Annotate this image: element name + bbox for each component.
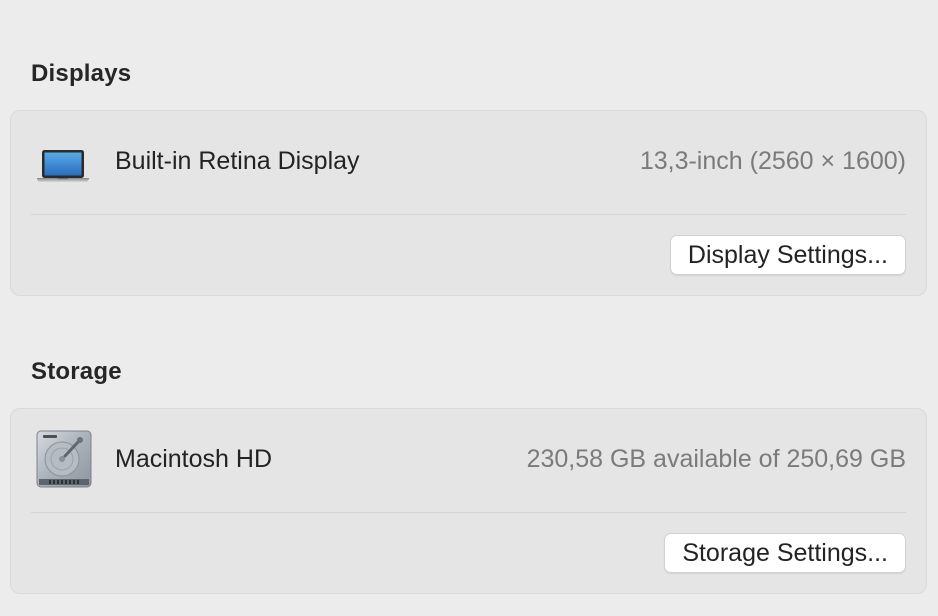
display-resolution: 13,3-inch (2560 × 1600) <box>639 147 906 175</box>
laptop-icon <box>35 131 95 191</box>
storage-volume-name: Macintosh HD <box>115 445 272 473</box>
displays-card: Built-in Retina Display 13,3-inch (2560 … <box>10 110 927 296</box>
divider <box>31 512 906 513</box>
display-row: Built-in Retina Display 13,3-inch (2560 … <box>11 111 926 215</box>
storage-row: Macintosh HD 230,58 GB available of 250,… <box>11 409 926 513</box>
storage-card: Macintosh HD 230,58 GB available of 250,… <box>10 408 927 594</box>
hard-drive-icon <box>35 429 95 489</box>
divider <box>31 214 906 215</box>
display-name: Built-in Retina Display <box>115 147 360 175</box>
displays-heading: Displays <box>31 60 132 87</box>
storage-heading: Storage <box>31 358 122 385</box>
display-settings-button[interactable]: Display Settings... <box>669 235 906 275</box>
storage-capacity: 230,58 GB available of 250,69 GB <box>526 445 906 473</box>
storage-settings-button[interactable]: Storage Settings... <box>664 533 906 573</box>
